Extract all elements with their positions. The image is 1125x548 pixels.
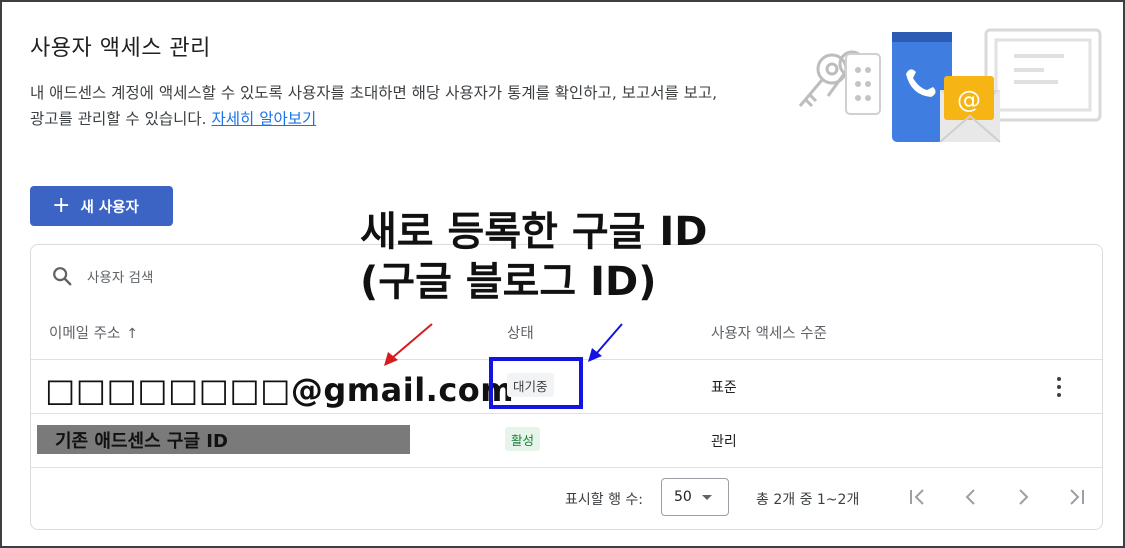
status-highlight-box: [489, 357, 583, 409]
column-header-access-level[interactable]: 사용자 액세스 수준: [711, 322, 827, 343]
header-illustration: @: [798, 28, 1102, 143]
existing-user-email-redacted: 기존 애드센스 구글 ID: [37, 425, 410, 454]
dropdown-arrow-icon: [701, 494, 712, 500]
user-email: □□□□□□□□@gmail.com: [45, 371, 515, 409]
previous-page-icon[interactable]: [959, 485, 983, 509]
next-page-icon[interactable]: [1011, 485, 1035, 509]
learn-more-link[interactable]: 자세히 알아보기: [212, 110, 317, 128]
annotation-line-2: (구글 블로그 ID): [360, 259, 657, 305]
pagination-range: 총 2개 중 1~2개: [756, 492, 860, 508]
access-level-admin: 관리: [711, 434, 737, 450]
first-page-icon[interactable]: [905, 485, 929, 509]
card-outline: [845, 53, 881, 115]
access-level-standard: 표준: [711, 380, 737, 396]
description-text: 내 애드센스 계정에 액세스할 수 있도록 사용자를 초대하면 해당 사용자가 …: [30, 84, 718, 128]
page-title: 사용자 액세스 관리: [30, 36, 211, 61]
column-header-email[interactable]: 이메일 주소 ↑: [49, 322, 138, 343]
at-sign-icon: @: [957, 86, 981, 114]
search-input[interactable]: 사용자 검색: [87, 266, 153, 286]
search-bar[interactable]: 사용자 검색: [51, 265, 153, 287]
status-badge-active: 활성: [505, 427, 541, 451]
browser-window: [984, 28, 1102, 122]
rows-per-page-value: 50: [674, 489, 692, 505]
row-divider: [31, 467, 1102, 468]
window-frame: 사용자 액세스 관리 내 애드센스 계정에 액세스할 수 있도록 사용자를 초대…: [0, 0, 1125, 548]
rows-per-page-select[interactable]: 50: [661, 478, 729, 516]
search-icon: [53, 267, 72, 286]
column-header-email-label: 이메일 주소: [49, 326, 121, 342]
add-icon: +: [52, 193, 71, 218]
last-page-icon[interactable]: [1065, 485, 1089, 509]
rows-per-page-label: 표시할 행 수:: [565, 492, 644, 508]
more-vert-icon[interactable]: [1049, 374, 1069, 400]
annotation-caption: 새로 등록한 구글 ID (구글 블로그 ID): [360, 207, 707, 307]
column-header-status[interactable]: 상태: [507, 322, 534, 343]
annotation-line-1: 새로 등록한 구글 ID: [360, 209, 708, 255]
page-description: 내 애드센스 계정에 액세스할 수 있도록 사용자를 초대하면 해당 사용자가 …: [30, 80, 730, 132]
pagination-bar: 표시할 행 수: 50 총 2개 중 1~2개: [31, 473, 1102, 523]
new-user-button[interactable]: + 새 사용자: [30, 186, 173, 226]
sort-ascending-icon[interactable]: ↑: [126, 326, 138, 342]
new-user-label: 새 사용자: [80, 199, 139, 216]
row-divider: [31, 413, 1102, 414]
